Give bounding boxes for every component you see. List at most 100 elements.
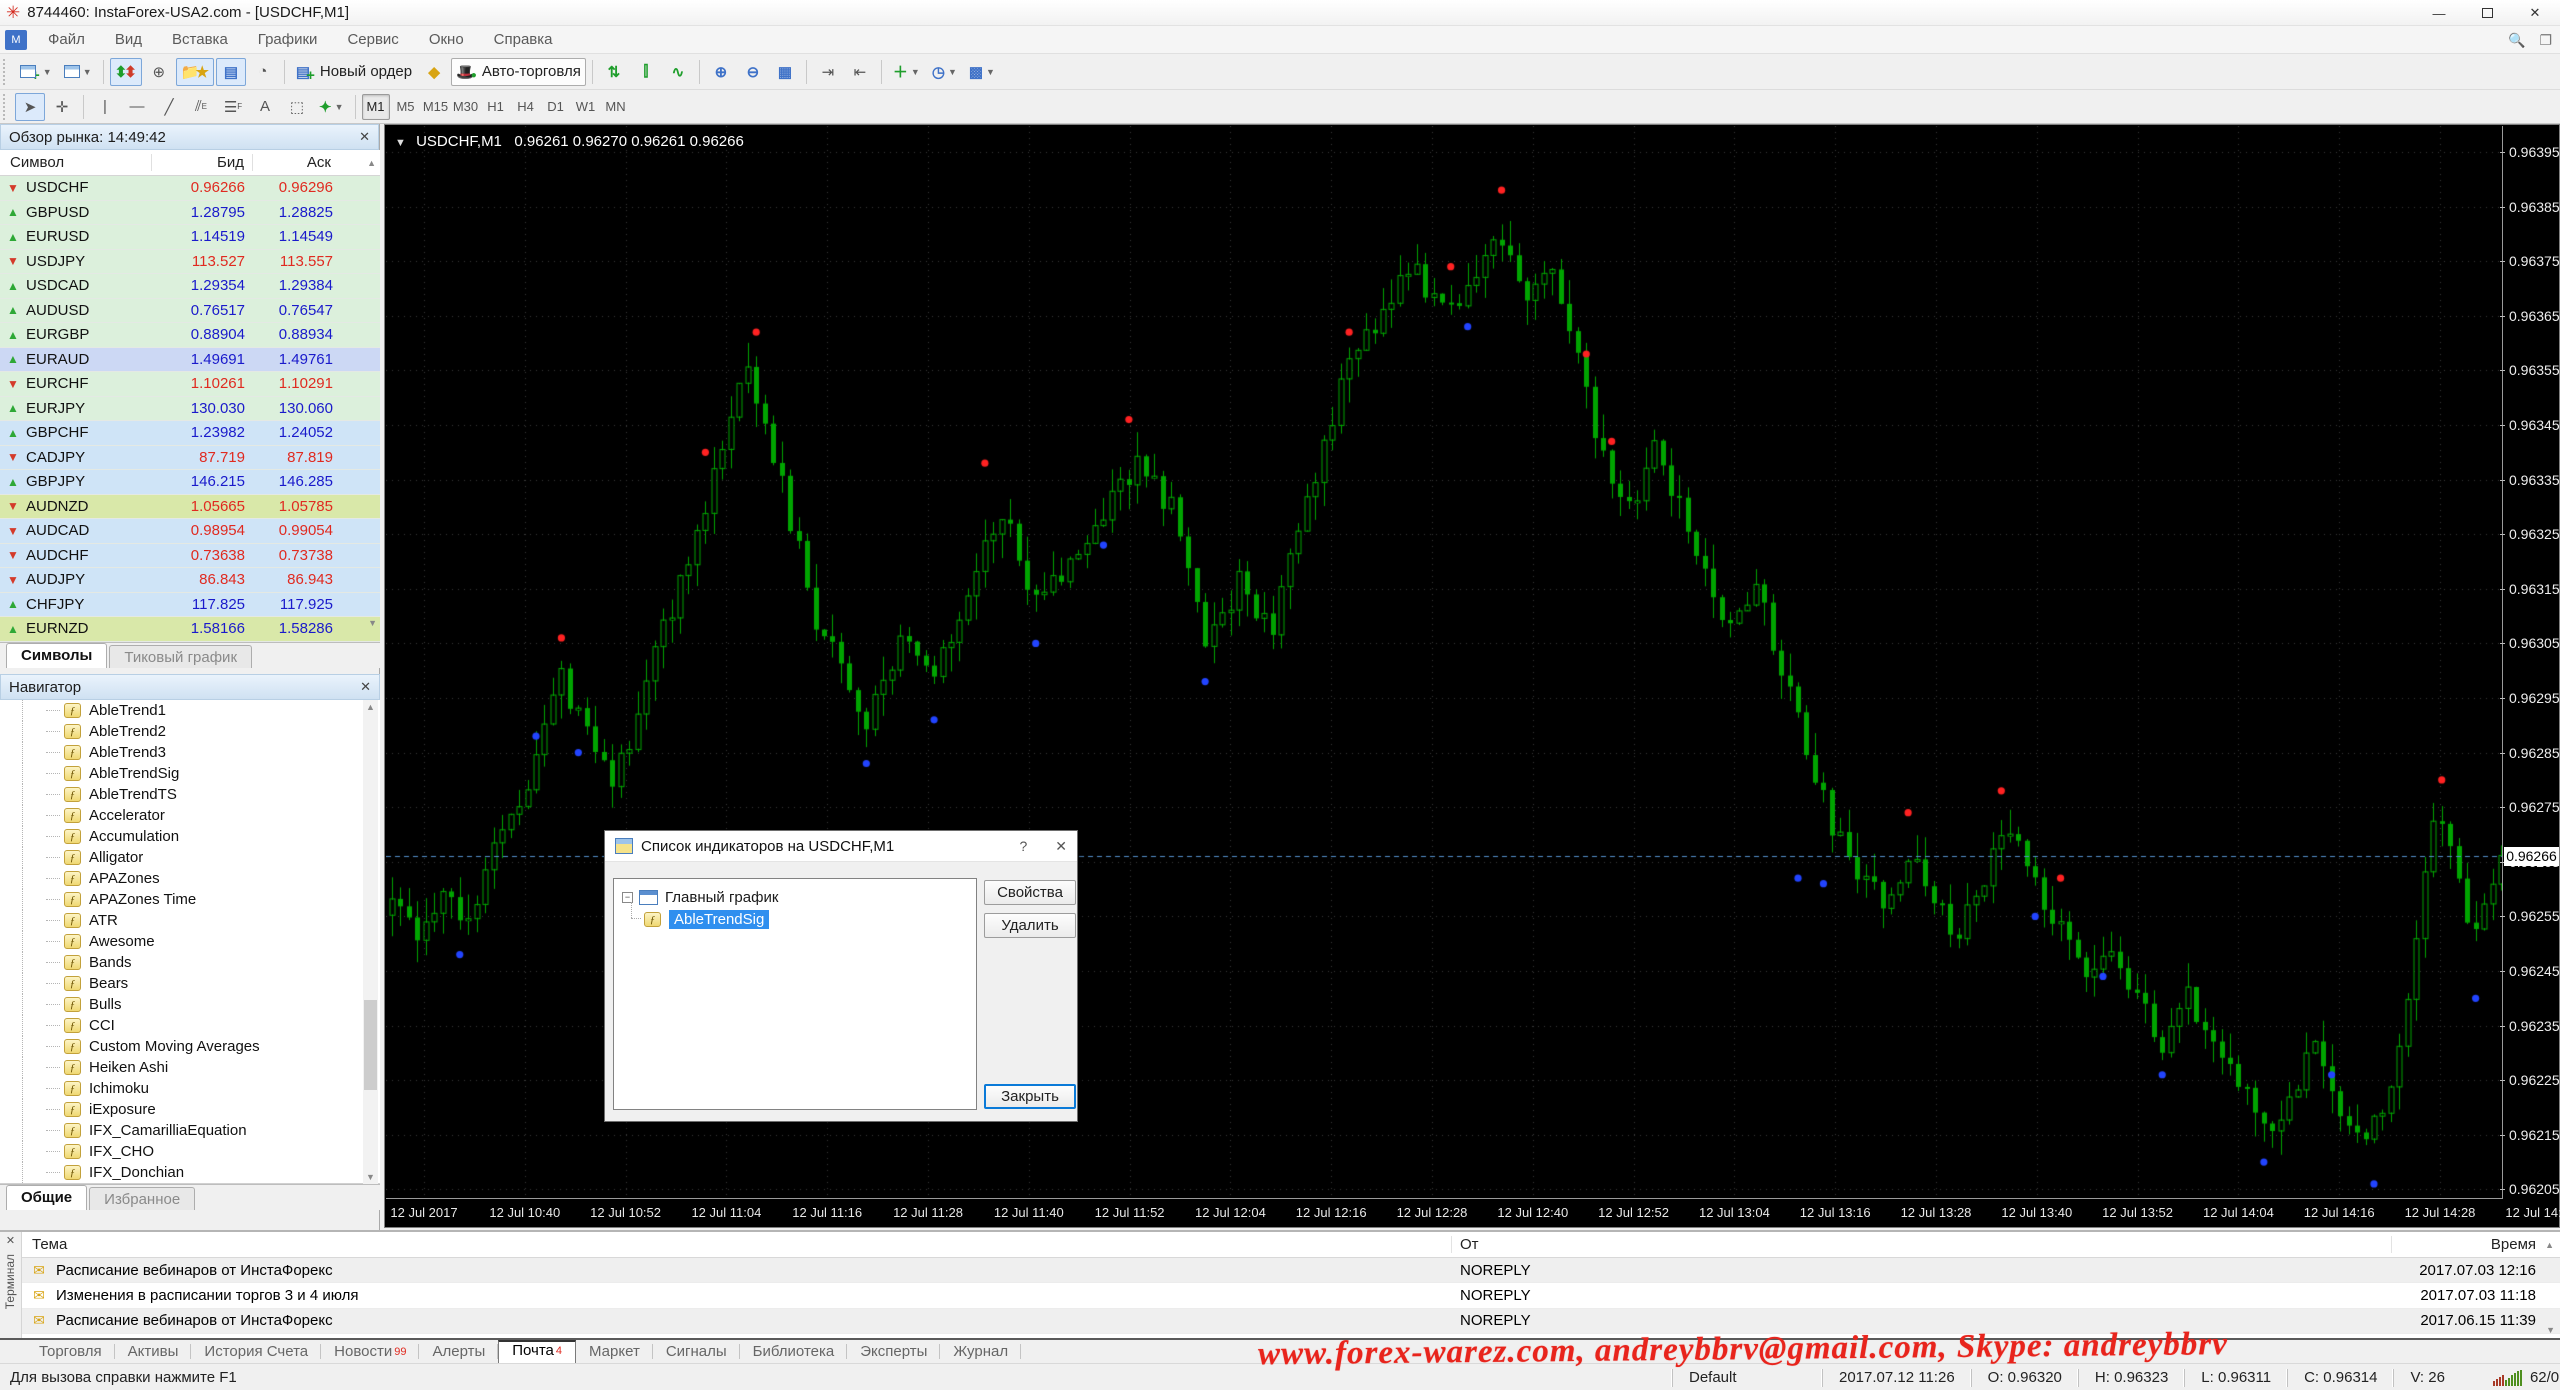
navigator-item-Bears[interactable]: ƒBears <box>0 973 380 994</box>
scroll-down-icon[interactable]: ▼ <box>363 1172 378 1182</box>
navigator-item-Heiken-Ashi[interactable]: ƒHeiken Ashi <box>0 1057 380 1078</box>
menu-item-Справка[interactable]: Справка <box>479 31 568 48</box>
navigator-item-Awesome[interactable]: ƒAwesome <box>0 931 380 952</box>
navigator-item-IFX_CamarilliaEquation[interactable]: ƒIFX_CamarilliaEquation <box>0 1120 380 1141</box>
tree-root-label[interactable]: Главный график <box>665 889 778 906</box>
dialog-title-bar[interactable]: Список индикаторов на USDCHF,M1 ? ✕ <box>605 831 1077 862</box>
tab-Символы[interactable]: Символы <box>6 643 107 668</box>
column-ask[interactable]: Аск <box>253 154 337 171</box>
navigator-item-AbleTrendSig[interactable]: ƒAbleTrendSig <box>0 763 380 784</box>
navigator-item-Bulls[interactable]: ƒBulls <box>0 994 380 1015</box>
terminal-tab-Сигналы[interactable]: Сигналы <box>653 1340 740 1364</box>
close-icon[interactable]: ✕ <box>359 129 370 145</box>
menu-item-Окно[interactable]: Окно <box>414 31 479 48</box>
column-time[interactable]: Время <box>2392 1236 2560 1253</box>
navigator-item-Accumulation[interactable]: ƒAccumulation <box>0 826 380 847</box>
terminal-tab-Торговля[interactable]: Торговля <box>26 1340 115 1364</box>
market-row-AUDUSD[interactable]: ▲AUDUSD0.765170.76547 <box>0 299 380 324</box>
navigator-item-APAZones[interactable]: ƒAPAZones <box>0 868 380 889</box>
navigator-item-Bands[interactable]: ƒBands <box>0 952 380 973</box>
market-row-EURCHF[interactable]: ▼EURCHF1.102611.10291 <box>0 372 380 397</box>
navigator-item-Ichimoku[interactable]: ƒIchimoku <box>0 1078 380 1099</box>
menu-item-Вид[interactable]: Вид <box>100 31 157 48</box>
close-button[interactable]: ✕ <box>2524 5 2546 21</box>
menu-item-Вставка[interactable]: Вставка <box>157 31 243 48</box>
close-icon[interactable]: ✕ <box>360 679 371 695</box>
horizontal-line-tool[interactable]: — <box>122 93 152 121</box>
timeframe-M5[interactable]: M5 <box>392 94 420 120</box>
properties-button[interactable]: Свойства <box>984 880 1076 905</box>
navigator-item-IFX_CHO[interactable]: ƒIFX_CHO <box>0 1141 380 1162</box>
navigator-item-iExposure[interactable]: ƒiExposure <box>0 1099 380 1120</box>
market-row-EURAUD[interactable]: ▲EURAUD1.496911.49761 <box>0 348 380 373</box>
autotrading-toggle[interactable]: 🎩●Авто-торговля <box>451 58 586 86</box>
chart-window-icon[interactable]: ❐ <box>2539 32 2552 49</box>
navigator-item-AbleTrendTS[interactable]: ƒAbleTrendTS <box>0 784 380 805</box>
navigator-item-AbleTrend1[interactable]: ƒAbleTrend1 <box>0 700 380 721</box>
terminal-tab-Активы[interactable]: Активы <box>115 1340 192 1364</box>
timeframe-H4[interactable]: H4 <box>512 94 540 120</box>
sort-asc-icon[interactable]: ▲ <box>2545 1240 2554 1250</box>
selected-indicator[interactable]: AbleTrendSig <box>669 910 769 929</box>
market-row-CADJPY[interactable]: ▼CADJPY87.71987.819 <box>0 446 380 471</box>
timeframe-M15[interactable]: M15 <box>422 94 450 120</box>
crosshair-tool[interactable]: ✛ <box>47 93 77 121</box>
indicator-tree-listbox[interactable]: − Главный график ƒ AbleTrendSig <box>613 878 977 1110</box>
terminal-tab-Алерты[interactable]: Алерты <box>419 1340 498 1364</box>
column-subject[interactable]: Тема <box>22 1236 1452 1253</box>
chart-shift-button[interactable]: ⇤ <box>845 58 875 86</box>
market-watch-toggle[interactable]: ⬍⬍ <box>110 58 142 86</box>
timeframe-M30[interactable]: M30 <box>452 94 480 120</box>
scroll-up-icon[interactable]: ▲ <box>367 158 380 168</box>
terminal-tab-Маркет[interactable]: Маркет <box>576 1340 653 1364</box>
market-row-EURJPY[interactable]: ▲EURJPY130.030130.060 <box>0 397 380 422</box>
menu-item-Файл[interactable]: Файл <box>33 31 100 48</box>
market-row-GBPCHF[interactable]: ▲GBPCHF1.239821.24052 <box>0 421 380 446</box>
minimize-button[interactable]: — <box>2428 6 2450 21</box>
mail-row[interactable]: ✉Расписание вебинаров от ИнстаФорексNORE… <box>22 1309 2560 1334</box>
profiles-button[interactable]: ▼ <box>59 58 97 86</box>
arrows-tool[interactable]: ✦▼ <box>314 93 349 121</box>
market-row-EURUSD[interactable]: ▲EURUSD1.145191.14549 <box>0 225 380 250</box>
terminal-tab-Библиотека[interactable]: Библиотека <box>740 1340 848 1364</box>
column-from[interactable]: От <box>1452 1236 2392 1253</box>
indicators-button[interactable]: ＋▼ <box>888 58 925 86</box>
close-icon[interactable]: ✕ <box>1055 838 1067 855</box>
tab-Общие[interactable]: Общие <box>6 1185 87 1210</box>
new-order-button[interactable]: ▤+Новый ордер <box>291 58 417 86</box>
menu-item-Сервис[interactable]: Сервис <box>332 31 413 48</box>
timeframe-M1[interactable]: M1 <box>362 94 390 120</box>
close-dialog-button[interactable]: Закрыть <box>984 1084 1076 1109</box>
timeframe-H1[interactable]: H1 <box>482 94 510 120</box>
text-label-tool[interactable]: ⬚ <box>282 93 312 121</box>
navigator-item-AbleTrend2[interactable]: ƒAbleTrend2 <box>0 721 380 742</box>
new-chart-button[interactable]: +▼ <box>15 58 57 86</box>
line-chart-button[interactable]: ∿ <box>663 58 693 86</box>
market-row-USDJPY[interactable]: ▼USDJPY113.527113.557 <box>0 250 380 275</box>
search-icon[interactable]: 🔍 <box>2508 32 2525 49</box>
tab-Тиковый график[interactable]: Тиковый график <box>109 645 252 668</box>
navigator-scrollbar[interactable]: ▲ ▼ <box>363 700 378 1184</box>
market-row-AUDCAD[interactable]: ▼AUDCAD0.989540.99054 <box>0 519 380 544</box>
trendline-tool[interactable]: ╱ <box>154 93 184 121</box>
maximize-button[interactable] <box>2476 6 2498 21</box>
templates-button[interactable]: ▩▼ <box>964 58 1000 86</box>
terminal-tab-Эксперты[interactable]: Эксперты <box>847 1340 940 1364</box>
market-row-CHFJPY[interactable]: ▲CHFJPY117.825117.925 <box>0 593 380 618</box>
terminal-tab-Новости[interactable]: Новости99 <box>321 1340 419 1364</box>
channel-tool[interactable]: ⫽E <box>186 93 216 121</box>
navigator-item-Alligator[interactable]: ƒAlligator <box>0 847 380 868</box>
vertical-line-tool[interactable]: | <box>90 93 120 121</box>
timeframe-W1[interactable]: W1 <box>572 94 600 120</box>
navigator-item-APAZones-Time[interactable]: ƒAPAZones Time <box>0 889 380 910</box>
collapse-triangle-icon[interactable]: ▼ <box>395 137 406 149</box>
scroll-up-icon[interactable]: ▲ <box>363 702 378 712</box>
mail-row[interactable]: ✉Расписание вебинаров от ИнстаФорексNORE… <box>22 1258 2560 1283</box>
market-row-AUDCHF[interactable]: ▼AUDCHF0.736380.73738 <box>0 544 380 569</box>
navigator-item-Custom-Moving-Averages[interactable]: ƒCustom Moving Averages <box>0 1036 380 1057</box>
terminal-toggle[interactable]: ▤ <box>216 58 246 86</box>
metaeditor-button[interactable]: ◆ <box>419 58 449 86</box>
market-row-AUDJPY[interactable]: ▼AUDJPY86.84386.943 <box>0 568 380 593</box>
cursor-tool[interactable]: ➤ <box>15 93 45 121</box>
market-row-EURGBP[interactable]: ▲EURGBP0.889040.88934 <box>0 323 380 348</box>
